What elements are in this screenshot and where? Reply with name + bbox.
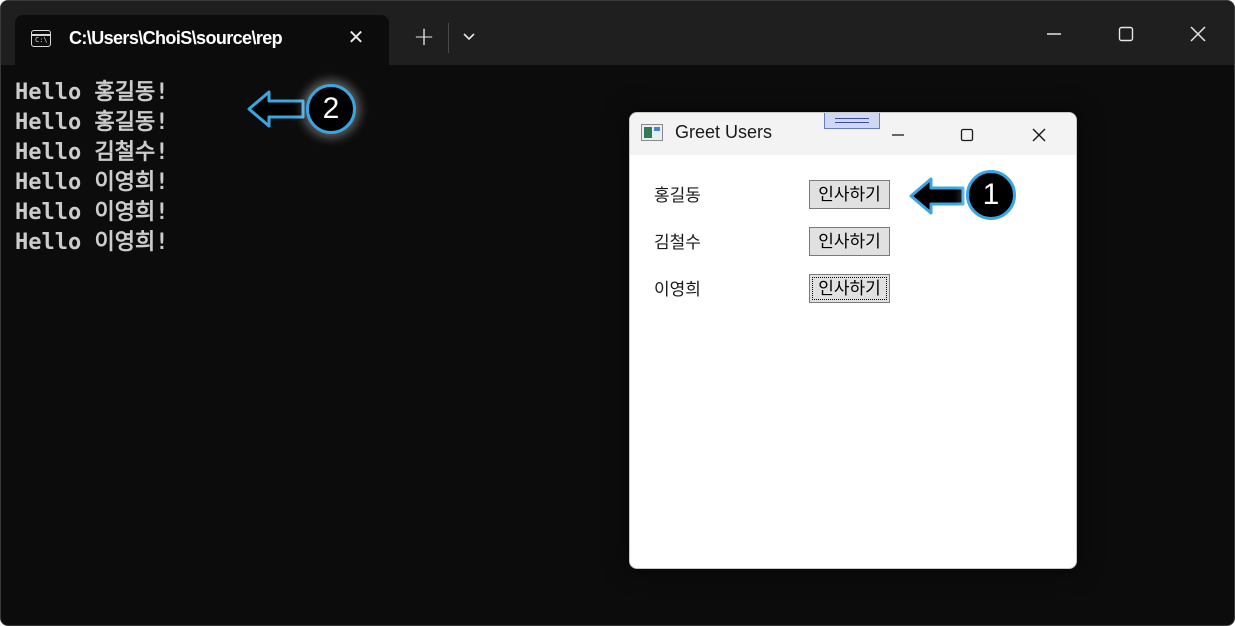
output-line: Hello 홍길동!: [15, 110, 169, 135]
minimize-icon[interactable]: [1039, 19, 1069, 49]
dialog-titlebar[interactable]: Greet Users: [630, 113, 1076, 155]
greet-button-3[interactable]: 인사하기: [809, 274, 890, 303]
arrow-left-icon: [247, 90, 305, 128]
callout-number: 1: [966, 170, 1016, 220]
app-icon: [641, 124, 663, 141]
user-name-label: 이영희: [654, 280, 701, 300]
user-name-label: 김철수: [654, 233, 701, 253]
terminal-output[interactable]: Hello 홍길동! Hello 홍길동! Hello 김철수! Hello 이…: [15, 78, 168, 258]
tab-close-icon[interactable]: ✕: [345, 26, 367, 48]
user-name-label: 홍길동: [654, 186, 701, 206]
window-grip-handle[interactable]: [824, 113, 880, 129]
greet-button-1[interactable]: 인사하기: [809, 180, 890, 209]
greet-button-2[interactable]: 인사하기: [809, 227, 890, 256]
terminal-titlebar: C:\ C:\Users\ChoiS\source\rep ✕ +: [1, 1, 1234, 65]
terminal-tab[interactable]: C:\ C:\Users\ChoiS\source\rep ✕: [15, 15, 389, 65]
output-line: Hello 이영희!: [15, 170, 169, 195]
close-icon[interactable]: [1183, 19, 1213, 49]
chevron-down-icon[interactable]: [459, 27, 479, 47]
minimize-icon[interactable]: [885, 122, 911, 148]
close-icon[interactable]: [1026, 122, 1052, 148]
output-line: Hello 이영희!: [15, 200, 169, 225]
terminal-tab-icon: C:\: [31, 30, 51, 47]
tab-separator: [448, 23, 449, 53]
arrow-left-icon: [909, 177, 965, 215]
maximize-icon[interactable]: [954, 122, 980, 148]
terminal-tab-title: C:\Users\ChoiS\source\rep: [69, 28, 283, 48]
maximize-icon[interactable]: [1111, 19, 1141, 49]
dialog-title: Greet Users: [675, 122, 773, 142]
terminal-tab-icon-text: C:\: [35, 36, 48, 44]
output-line: Hello 홍길동!: [15, 80, 169, 105]
callout-number: 2: [306, 84, 356, 134]
new-tab-button[interactable]: +: [411, 24, 437, 50]
output-line: Hello 이영희!: [15, 230, 169, 255]
output-line: Hello 김철수!: [15, 140, 169, 165]
